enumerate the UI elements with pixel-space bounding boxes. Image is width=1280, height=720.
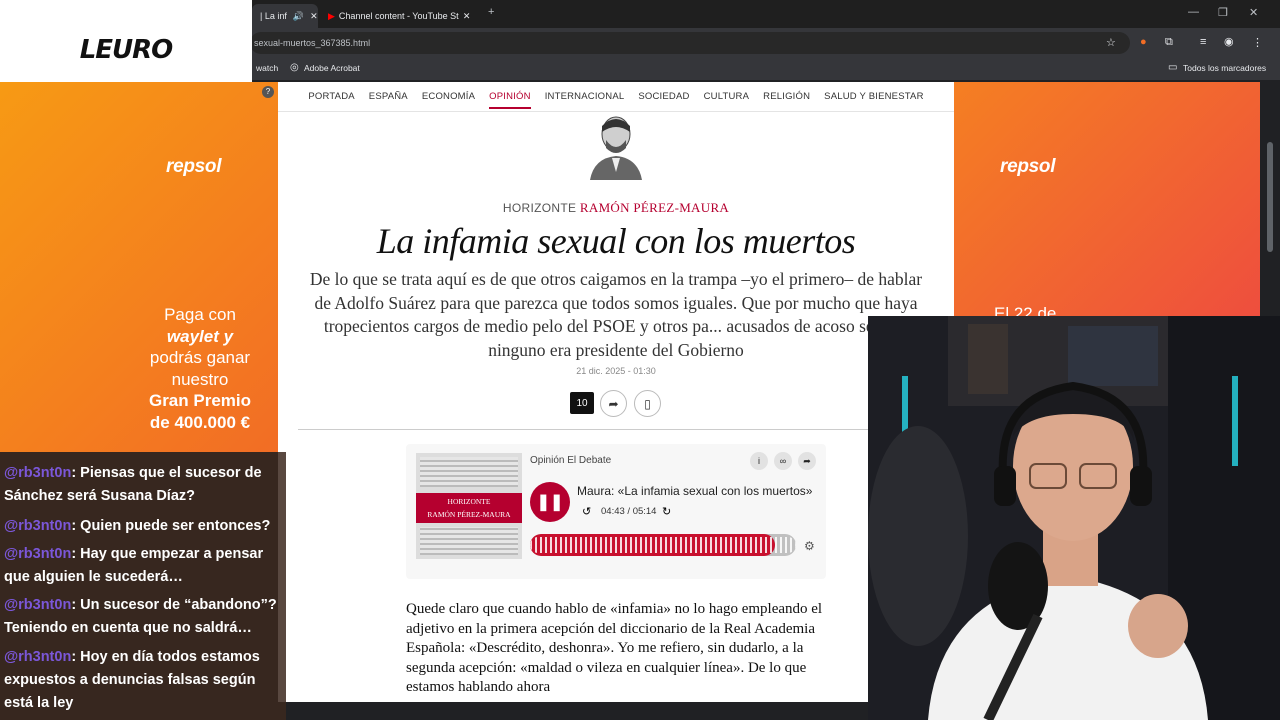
thumb-line: HORIZONTE [447, 497, 491, 506]
chat-user: @rb3nt0n [4, 597, 72, 613]
url-text: sexual-muertos_367385.html [254, 38, 371, 48]
minimize-icon[interactable]: — [1188, 6, 1199, 18]
ad-line: nuestro [171, 369, 229, 389]
rewind-icon[interactable]: ↺ [582, 505, 591, 518]
forward-icon[interactable]: ↻ [662, 505, 671, 518]
tab-label: | La inf [260, 11, 287, 21]
divider [298, 429, 868, 430]
chat-message: @rb3nt0n: Piensas que el sucesor de Sánc… [4, 462, 286, 508]
speaker-icon[interactable]: 🔊 [293, 11, 304, 22]
player-title: Maura: «La infamia sexual con los muerto… [577, 484, 813, 498]
tab-el-debate[interactable]: | La inf 🔊 ✕ [252, 4, 318, 28]
ad-right[interactable]: repsol El 22 de [954, 82, 1260, 323]
audio-progress[interactable] [530, 534, 796, 556]
ad-line: podrás ganar [149, 348, 251, 367]
tab-label: Channel content - YouTube Studio [338, 11, 459, 21]
thumb-line: RAMÓN PÉREZ-MAURA [427, 510, 511, 519]
nav-sociedad[interactable]: SOCIEDAD [638, 91, 689, 102]
comments-count-button[interactable]: 10 [570, 392, 594, 414]
ad-line: waylet y [166, 326, 234, 346]
player-thumbnail: HORIZONTE RAMÓN PÉREZ-MAURA [416, 453, 522, 559]
chat-user: @rb3nt0n [4, 518, 72, 534]
nav-religion[interactable]: RELIGIÓN [763, 91, 810, 102]
media-icon[interactable]: ≡ [1200, 36, 1206, 48]
ad-line: de 400.000 € [149, 412, 251, 432]
share-icon[interactable]: ➦ [798, 452, 816, 470]
share-icon[interactable]: ➦ [600, 390, 627, 417]
author-link[interactable]: RAMÓN PÉREZ-MAURA [580, 200, 729, 215]
repsol-logo: repsol [1000, 156, 1056, 177]
chat-text: : Quien puede ser entonces? [71, 518, 271, 534]
article-subtitle: De lo que se trata aquí es de que otros … [309, 269, 923, 360]
youtube-icon: ▶ [328, 10, 335, 21]
info-icon[interactable]: i [750, 452, 768, 470]
ad-line: Gran Premio [148, 391, 252, 410]
nav-opinion[interactable]: OPINIÓN [489, 91, 531, 109]
chat-user: @rh3nt0n [4, 649, 72, 665]
all-bookmarks[interactable]: Todos los marcadores [1183, 63, 1266, 73]
audio-player: HORIZONTE RAMÓN PÉREZ-MAURA Opinión El D… [406, 444, 826, 579]
chat-user: @rb3nt0n [4, 546, 72, 562]
page-scrollbar[interactable] [1260, 82, 1280, 316]
bookmark-acrobat[interactable]: Adobe Acrobat [304, 63, 360, 73]
section-nav: PORTADA ESPAÑA ECONOMÍA OPINIÓN INTERNAC… [278, 82, 954, 112]
close-icon[interactable]: ✕ [310, 11, 318, 22]
avatar[interactable]: ◉ [1224, 35, 1234, 48]
chat-message: @rb3nt0n: Quien puede ser entonces? [4, 515, 286, 538]
ad-copy: Paga con waylet y podrás ganar nuestro G… [120, 304, 280, 433]
nav-internacional[interactable]: INTERNACIONAL [545, 91, 625, 102]
repsol-logo: repsol [166, 156, 222, 177]
author-portrait [590, 116, 642, 180]
extension-icon[interactable]: ● [1140, 36, 1147, 48]
star-icon[interactable]: ☆ [1106, 36, 1116, 49]
article-kicker: HORIZONTE RAMÓN PÉREZ-MAURA [278, 200, 954, 216]
url-input[interactable]: sexual-muertos_367385.html [250, 32, 1130, 54]
acrobat-icon: ◎ [290, 62, 299, 73]
chat-user: @rb3nt0n [4, 465, 72, 481]
tab-youtube-studio[interactable]: ▶ Channel content - YouTube Studio ✕ [320, 4, 480, 28]
nav-portada[interactable]: PORTADA [308, 91, 354, 102]
nav-cultura[interactable]: CULTURA [704, 91, 750, 102]
new-tab-icon[interactable]: + [488, 6, 494, 18]
chat-message: @rh3nt0n: Hoy en día todos estamos expue… [4, 646, 286, 715]
puzzle-icon[interactable]: ⧉ [1165, 36, 1173, 49]
nav-economia[interactable]: ECONOMÍA [422, 91, 475, 102]
menu-icon[interactable]: ⋮ [1252, 36, 1263, 49]
chat-message: @rb3nt0n: Hay que empezar a pensar que a… [4, 543, 286, 589]
link-icon[interactable]: ∞ [774, 452, 792, 470]
pause-button[interactable]: ❚❚ [530, 482, 570, 522]
webcam-feed [868, 316, 1280, 720]
section-label: HORIZONTE [502, 201, 577, 215]
live-chat-overlay: @rb3nt0n: Piensas que el sucesor de Sánc… [0, 452, 286, 720]
maximize-icon[interactable]: ❐ [1218, 6, 1228, 19]
chat-message: @rb3nt0n: Un sucesor de “abandono”? Teni… [4, 594, 286, 640]
bookmark-watch[interactable]: watch [256, 63, 278, 73]
close-window-icon[interactable]: ✕ [1249, 6, 1258, 19]
ad-left[interactable]: ? repsol Paga con waylet y podrás ganar … [0, 82, 278, 452]
ad-line: Paga con [164, 305, 236, 324]
article-page: PORTADA ESPAÑA ECONOMÍA OPINIÓN INTERNAC… [278, 82, 954, 702]
ad-info-icon[interactable]: ? [262, 86, 274, 98]
nav-salud[interactable]: SALUD Y BIENESTAR [824, 91, 924, 102]
close-icon[interactable]: ✕ [463, 11, 471, 22]
webcam-presenter-image [868, 316, 1280, 720]
bookmark-icon[interactable]: ▯ [634, 390, 661, 417]
article-body: Quede claro que cuando hablo de «infamia… [406, 601, 823, 695]
scrollbar-thumb[interactable] [1267, 142, 1273, 252]
settings-icon[interactable]: ⚙ [804, 539, 815, 553]
article-headline: La infamia sexual con los muertos [376, 221, 856, 261]
folder-icon: ▭ [1168, 62, 1178, 73]
article-date: 21 dic. 2025 - 01:30 [576, 366, 656, 376]
player-time: 04:43 / 05:14 [601, 506, 657, 517]
nav-espana[interactable]: ESPAÑA [369, 91, 408, 102]
player-category: Opinión El Debate [530, 455, 612, 466]
channel-logo: LEURO [79, 35, 174, 65]
thumb-band: HORIZONTE RAMÓN PÉREZ-MAURA [416, 493, 522, 523]
